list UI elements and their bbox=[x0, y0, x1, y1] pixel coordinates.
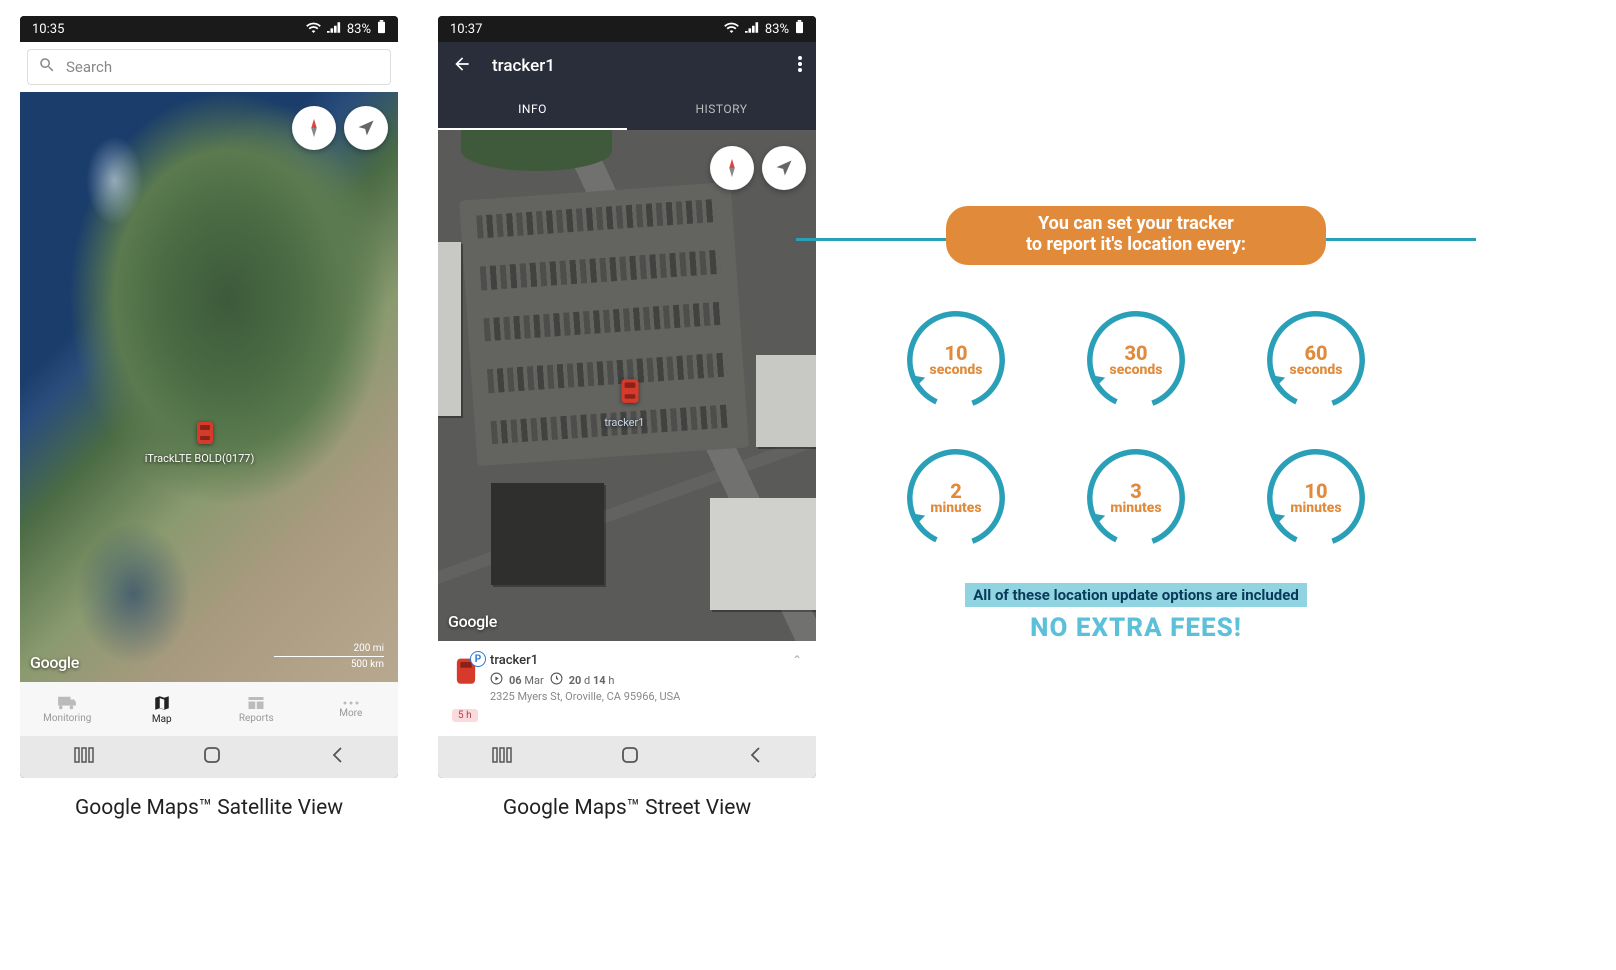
google-logo: Google bbox=[448, 612, 497, 631]
promo-banner: You can set your tracker to report it's … bbox=[946, 206, 1326, 265]
tracker-label: tracker1 bbox=[604, 416, 644, 429]
search-icon bbox=[38, 56, 56, 78]
interval-30s: 30seconds bbox=[1081, 305, 1191, 415]
more-icon[interactable] bbox=[798, 56, 802, 77]
status-time: 10:35 bbox=[32, 22, 64, 37]
sys-back-icon[interactable] bbox=[748, 746, 762, 768]
badge-5h: 5 h bbox=[452, 709, 478, 722]
nav-reports[interactable]: Reports bbox=[209, 682, 304, 736]
status-bar: 10:35 83% bbox=[20, 16, 398, 42]
status-battery-pct: 83% bbox=[765, 22, 789, 37]
sys-back-icon[interactable] bbox=[330, 746, 344, 768]
map-scale: 200 mi 500 km bbox=[274, 643, 384, 670]
status-time: 10:37 bbox=[450, 22, 482, 37]
locate-button[interactable] bbox=[762, 146, 806, 190]
status-bar: 10:37 83% bbox=[438, 16, 816, 42]
interval-3m: 3minutes bbox=[1081, 443, 1191, 553]
app-bar: tracker1 bbox=[438, 42, 816, 90]
search-placeholder: Search bbox=[66, 58, 112, 76]
tracker-address: 2325 Myers St, Oroville, CA 95966, USA bbox=[490, 690, 802, 703]
back-icon[interactable] bbox=[452, 54, 472, 79]
interval-2m: 2minutes bbox=[901, 443, 1011, 553]
compass-button[interactable] bbox=[292, 106, 336, 150]
interval-60s: 60seconds bbox=[1261, 305, 1371, 415]
battery-icon bbox=[795, 20, 804, 38]
nav-monitoring[interactable]: Monitoring bbox=[20, 682, 115, 736]
clock-icon bbox=[550, 672, 563, 688]
play-icon bbox=[490, 672, 503, 688]
tracker-car-icon: P bbox=[452, 653, 480, 687]
locate-button[interactable] bbox=[344, 106, 388, 150]
nav-map[interactable]: Map bbox=[115, 682, 210, 736]
wifi-icon bbox=[306, 22, 321, 37]
tracker-panel[interactable]: ⌃ P tracker1 06 Mar 20 d 14 h bbox=[438, 641, 816, 736]
sys-home-icon[interactable] bbox=[203, 746, 221, 768]
bottom-nav: Monitoring Map Reports More bbox=[20, 682, 398, 736]
tracker-label: iTrackLTE BOLD(0177) bbox=[145, 452, 255, 465]
compass-button[interactable] bbox=[710, 146, 754, 190]
system-nav bbox=[438, 736, 816, 778]
phone-street: 10:37 83% tracker1 INFO HISTORY bbox=[438, 16, 816, 778]
search-wrap: Search bbox=[20, 42, 398, 92]
caption-satellite: Google Maps™ Satellite View bbox=[75, 796, 343, 820]
wifi-icon bbox=[724, 22, 739, 37]
promo-note: All of these location update options are… bbox=[856, 583, 1416, 643]
phone-satellite: 10:35 83% bbox=[20, 16, 398, 778]
sys-home-icon[interactable] bbox=[621, 746, 639, 768]
promo-panel: You can set your tracker to report it's … bbox=[856, 206, 1416, 643]
status-battery-pct: 83% bbox=[347, 22, 371, 37]
tracker-meta: 06 Mar 20 d 14 h bbox=[490, 672, 802, 688]
promo-intervals: 10seconds 30seconds 60seconds 2minutes 3… bbox=[886, 305, 1386, 553]
map-satellite[interactable]: iTrackLTE BOLD(0177) Google 200 mi 500 k… bbox=[20, 92, 398, 682]
tracker-marker[interactable] bbox=[194, 417, 216, 447]
tab-info[interactable]: INFO bbox=[438, 90, 627, 130]
system-nav bbox=[20, 736, 398, 778]
sys-recent-icon[interactable] bbox=[492, 747, 512, 767]
interval-10m: 10minutes bbox=[1261, 443, 1371, 553]
signal-icon bbox=[745, 22, 759, 37]
sys-recent-icon[interactable] bbox=[74, 747, 94, 767]
google-logo: Google bbox=[30, 653, 79, 672]
tab-history[interactable]: HISTORY bbox=[627, 90, 816, 130]
app-title: tracker1 bbox=[492, 56, 555, 76]
nav-more[interactable]: More bbox=[304, 682, 399, 736]
signal-icon bbox=[327, 22, 341, 37]
interval-10s: 10seconds bbox=[901, 305, 1011, 415]
map-street[interactable]: tracker1 Google bbox=[438, 130, 816, 641]
battery-icon bbox=[377, 20, 386, 38]
tracker-name: tracker1 bbox=[490, 653, 802, 668]
caption-street: Google Maps™ Street View bbox=[503, 796, 751, 820]
chevron-up-icon[interactable]: ⌃ bbox=[792, 653, 802, 667]
tabs: INFO HISTORY bbox=[438, 90, 816, 130]
tracker-marker[interactable] bbox=[619, 375, 641, 405]
search-input[interactable]: Search bbox=[27, 49, 391, 85]
parking-badge: P bbox=[470, 651, 486, 667]
